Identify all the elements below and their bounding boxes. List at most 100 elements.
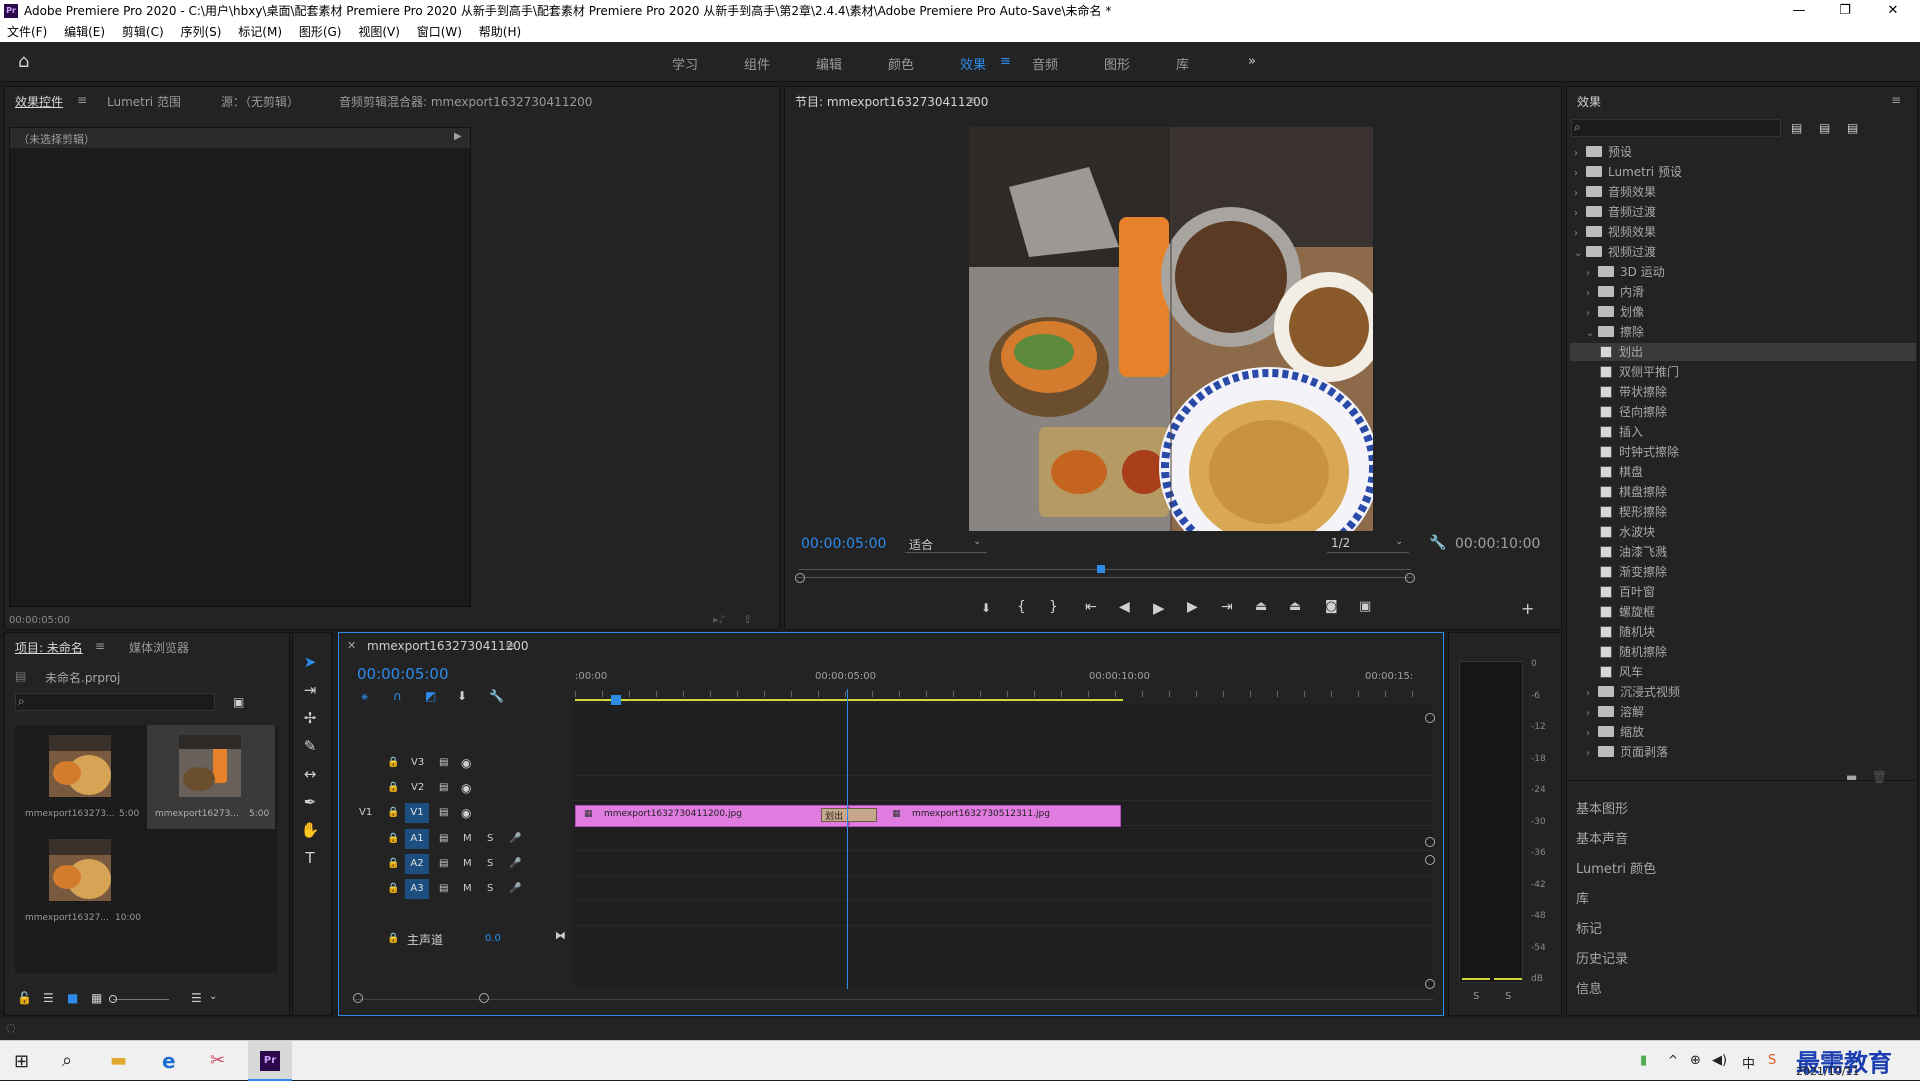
- chevron-down-icon[interactable]: ⌄: [1586, 325, 1598, 343]
- volume-icon[interactable]: ◀): [1712, 1053, 1727, 1068]
- effects-folder[interactable]: › 沉浸式视频: [1570, 683, 1916, 701]
- track-label-a2[interactable]: A2: [405, 854, 429, 874]
- master-volume-value[interactable]: 0.0: [485, 933, 501, 944]
- effect-item[interactable]: 径向擦除: [1570, 403, 1916, 421]
- list-view-icon[interactable]: ☰: [43, 991, 54, 1005]
- work-area-bar[interactable]: [575, 699, 1123, 701]
- menu-help[interactable]: 帮助(H): [479, 25, 521, 39]
- network-icon[interactable]: ⊕: [1690, 1053, 1701, 1068]
- effect-item[interactable]: 插入: [1570, 423, 1916, 441]
- effect-item[interactable]: 螺旋框: [1570, 603, 1916, 621]
- linked-selection-icon[interactable]: ◩: [425, 689, 436, 703]
- playhead-line[interactable]: [847, 689, 848, 989]
- section-essential-graphics[interactable]: 基本图形: [1576, 798, 1628, 817]
- camera-icon[interactable]: ◙: [1325, 599, 1338, 614]
- scroll-handle[interactable]: [1425, 855, 1435, 865]
- wrench-icon[interactable]: 🔧: [1429, 535, 1446, 551]
- sync-lock-icon[interactable]: ▤: [439, 807, 448, 818]
- effect-item[interactable]: 棋盘擦除: [1570, 483, 1916, 501]
- effects-folder[interactable]: › 溶解: [1570, 703, 1916, 721]
- add-button-icon[interactable]: +: [1521, 599, 1534, 618]
- chevron-right-icon[interactable]: ›: [1574, 165, 1586, 183]
- razor-tool-icon[interactable]: ✎: [299, 735, 321, 757]
- menu-graphics[interactable]: 图形(G): [299, 25, 342, 39]
- effects-folder[interactable]: › 预设: [1570, 143, 1916, 161]
- source-patch-v1[interactable]: V1: [359, 807, 372, 818]
- chevron-right-icon[interactable]: ›: [1586, 285, 1598, 303]
- solo-left-button[interactable]: S: [1473, 991, 1479, 1002]
- accelerated-effects-icon[interactable]: ▤: [1791, 121, 1802, 135]
- tab-audio-clip-mixer[interactable]: 音频剪辑混合器: mmexport1632730411200: [339, 93, 592, 110]
- expand-tracks-icon[interactable]: ⧓: [555, 929, 566, 942]
- minimize-button[interactable]: —: [1776, 0, 1822, 22]
- effects-menu-icon[interactable]: ≡: [1891, 93, 1901, 107]
- workspace-effects[interactable]: 效果: [960, 54, 986, 73]
- mark-in-icon[interactable]: {: [1017, 599, 1026, 615]
- step-forward-icon[interactable]: ▶: [1187, 599, 1198, 615]
- timeline-zoom-bar[interactable]: [353, 999, 1433, 1007]
- tab-effect-controls[interactable]: 效果控件: [15, 93, 63, 110]
- effects-folder[interactable]: › 划像: [1570, 303, 1916, 321]
- lock-icon[interactable]: 🔒: [387, 933, 399, 944]
- tab-lumetri-scopes[interactable]: Lumetri 范围: [107, 93, 181, 110]
- slip-tool-icon[interactable]: ↔: [299, 763, 321, 785]
- chevron-right-icon[interactable]: ›: [1586, 685, 1598, 703]
- slider-handle[interactable]: [109, 995, 117, 1003]
- program-timecode[interactable]: 00:00:05:00: [801, 536, 886, 552]
- effect-item[interactable]: 双侧平推门: [1570, 363, 1916, 381]
- section-markers[interactable]: 标记: [1576, 918, 1602, 937]
- project-item[interactable]: mmexport16327... 10:00: [19, 833, 143, 933]
- chevron-down-icon[interactable]: ⌄: [1574, 245, 1586, 263]
- effect-item[interactable]: 随机擦除: [1570, 643, 1916, 661]
- effects-folder[interactable]: › 3D 运动: [1570, 263, 1916, 281]
- mute-button[interactable]: M: [463, 833, 472, 844]
- timeline-settings-wrench-icon[interactable]: 🔧: [489, 689, 504, 703]
- chevron-right-icon[interactable]: ›: [1586, 705, 1598, 723]
- effect-item[interactable]: 带状擦除: [1570, 383, 1916, 401]
- resolution-dropdown[interactable]: 1/2 ⌄: [1327, 535, 1409, 553]
- solo-right-button[interactable]: S: [1505, 991, 1511, 1002]
- workspace-assembly[interactable]: 组件: [744, 54, 770, 73]
- effects-folder[interactable]: › 视频效果: [1570, 223, 1916, 241]
- filter-icon[interactable]: ▸♪: [713, 613, 726, 626]
- sync-lock-icon[interactable]: ▤: [439, 833, 448, 844]
- effects-folder[interactable]: › 内滑: [1570, 283, 1916, 301]
- go-to-out-icon[interactable]: ⇥: [1221, 599, 1233, 615]
- microphone-icon[interactable]: 🎤: [509, 858, 521, 869]
- file-explorer-icon[interactable]: ▬: [110, 1050, 127, 1071]
- zoom-handle-right[interactable]: [1405, 573, 1415, 583]
- effect-item[interactable]: 时钟式擦除: [1570, 443, 1916, 461]
- lock-icon[interactable]: 🔒: [387, 782, 399, 793]
- expand-arrow-icon[interactable]: ▶: [454, 131, 462, 142]
- windows-start-icon[interactable]: ⊞: [14, 1051, 29, 1072]
- solo-button[interactable]: S: [487, 883, 493, 894]
- track-label-v2[interactable]: V2: [411, 782, 424, 793]
- menu-sequence[interactable]: 序列(S): [180, 25, 221, 39]
- program-scrubber[interactable]: [799, 565, 1411, 575]
- solo-button[interactable]: S: [487, 858, 493, 869]
- chevron-right-icon[interactable]: ›: [1574, 205, 1586, 223]
- section-history[interactable]: 历史记录: [1576, 948, 1628, 967]
- pen-tool-icon[interactable]: ✒: [299, 791, 321, 813]
- zoom-handle-left[interactable]: [353, 993, 363, 1003]
- 32bit-effects-icon[interactable]: ▤: [1819, 121, 1830, 135]
- sync-lock-icon[interactable]: ▤: [439, 858, 448, 869]
- zoom-handle-right[interactable]: [479, 993, 489, 1003]
- playhead-marker[interactable]: [1097, 565, 1105, 573]
- chevron-right-icon[interactable]: ›: [1586, 305, 1598, 323]
- ripple-edit-tool-icon[interactable]: ✢: [299, 707, 321, 729]
- nest-toggle-icon[interactable]: ⚹: [361, 689, 368, 704]
- tab-source[interactable]: 源：（无剪辑）: [221, 93, 299, 110]
- playhead-head[interactable]: [611, 695, 621, 705]
- zoom-level-dropdown[interactable]: 适合 ⌄: [905, 535, 987, 553]
- workspace-learn[interactable]: 学习: [672, 54, 698, 73]
- play-icon[interactable]: ▶: [1153, 599, 1165, 617]
- section-essential-sound[interactable]: 基本声音: [1576, 828, 1628, 847]
- step-back-icon[interactable]: ◀: [1119, 599, 1130, 615]
- sequence-menu-icon[interactable]: ≡: [505, 639, 515, 653]
- hand-tool-icon[interactable]: ✋: [299, 819, 321, 841]
- timeline-clip[interactable]: ▦ mmexport1632730411200.jpg: [575, 805, 849, 827]
- add-marker-icon[interactable]: ⬇: [981, 601, 991, 615]
- eye-icon[interactable]: ◉: [461, 806, 471, 820]
- lift-icon[interactable]: ⏏: [1255, 599, 1267, 614]
